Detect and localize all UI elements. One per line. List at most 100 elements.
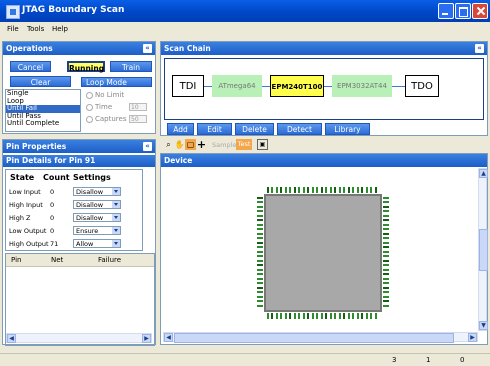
delete-button[interactable]: Delete: [235, 123, 274, 135]
pin-mark[interactable]: [383, 201, 389, 204]
horizontal-scrollbar[interactable]: ◀ ▶: [6, 333, 152, 343]
pin-mark[interactable]: [257, 291, 263, 294]
pin-mark[interactable]: [383, 232, 389, 235]
pin-mark[interactable]: [257, 201, 263, 204]
pin-mark[interactable]: [307, 187, 310, 193]
pin-mark[interactable]: [383, 264, 389, 267]
pin-mark[interactable]: [356, 313, 359, 319]
device-epm3032at44[interactable]: EPM3032AT44: [332, 75, 392, 97]
radio-no-limit[interactable]: No Limit: [86, 91, 124, 99]
pin-mark[interactable]: [383, 246, 389, 249]
captures-field[interactable]: 50: [129, 115, 147, 123]
mode-list[interactable]: Single Loop Until Fail Until Pass Until …: [5, 89, 81, 132]
pin-mark[interactable]: [307, 313, 310, 319]
pin-mark[interactable]: [383, 228, 389, 231]
pin-mark[interactable]: [284, 313, 287, 319]
library-button[interactable]: Library: [325, 123, 370, 135]
close-button[interactable]: [472, 3, 488, 19]
pin-mark[interactable]: [257, 246, 263, 249]
pin-mark[interactable]: [298, 313, 301, 319]
pin-mark[interactable]: [338, 187, 341, 193]
pin-mark[interactable]: [257, 268, 263, 271]
pin-mark[interactable]: [293, 313, 296, 319]
horizontal-scrollbar[interactable]: ◀ ▶: [163, 332, 478, 343]
pin-mark[interactable]: [257, 255, 263, 258]
pin-mark[interactable]: [370, 187, 373, 193]
pin-mark[interactable]: [343, 313, 346, 319]
running-button[interactable]: Running: [67, 61, 105, 73]
pin-mark[interactable]: [383, 259, 389, 262]
collapse-icon[interactable]: «: [143, 142, 152, 151]
vertical-scrollbar[interactable]: ▲ ▼: [478, 168, 488, 331]
pin-mark[interactable]: [302, 313, 305, 319]
test-button[interactable]: Test: [236, 139, 252, 150]
pin-column-header[interactable]: Pin: [11, 256, 21, 264]
pin-mark[interactable]: [257, 259, 263, 262]
scroll-up-icon[interactable]: ▲: [479, 169, 488, 178]
pin-mark[interactable]: [383, 286, 389, 289]
pin-mark[interactable]: [275, 313, 278, 319]
scroll-right-icon[interactable]: ▶: [468, 333, 477, 342]
pin-mark[interactable]: [356, 187, 359, 193]
pin-mark[interactable]: [257, 295, 263, 298]
add-button[interactable]: Add: [167, 123, 194, 135]
hand-icon[interactable]: ✋: [174, 139, 185, 150]
pin-mark[interactable]: [365, 187, 368, 193]
pin-mark[interactable]: [343, 187, 346, 193]
radio-captures[interactable]: Captures: [86, 115, 126, 123]
crosshair-icon[interactable]: +: [196, 139, 207, 150]
pin-mark[interactable]: [365, 313, 368, 319]
pin-mark[interactable]: [280, 187, 283, 193]
pin-mark[interactable]: [325, 187, 328, 193]
device-epm240t100[interactable]: EPM240T100: [270, 75, 324, 97]
pin-mark[interactable]: [383, 268, 389, 271]
pin-mark[interactable]: [383, 277, 389, 280]
pin-mark[interactable]: [257, 264, 263, 267]
pin-mark[interactable]: [257, 214, 263, 217]
pin-mark[interactable]: [334, 313, 337, 319]
maximize-button[interactable]: [455, 3, 471, 19]
scroll-thumb[interactable]: [174, 333, 454, 343]
pin-mark[interactable]: [311, 313, 314, 319]
pin-mark[interactable]: [257, 228, 263, 231]
pin-mark[interactable]: [383, 223, 389, 226]
pin-mark[interactable]: [383, 219, 389, 222]
pin-mark[interactable]: [298, 187, 301, 193]
pin-mark[interactable]: [257, 223, 263, 226]
scroll-left-icon[interactable]: ◀: [7, 334, 16, 343]
device-canvas[interactable]: [161, 168, 477, 333]
pin-mark[interactable]: [289, 187, 292, 193]
collapse-icon[interactable]: «: [475, 44, 484, 53]
pin-mark[interactable]: [383, 295, 389, 298]
pin-mark[interactable]: [383, 255, 389, 258]
cancel-button[interactable]: Cancel: [10, 61, 51, 72]
pin-mark[interactable]: [325, 313, 328, 319]
pin-mark[interactable]: [370, 313, 373, 319]
pin-mark[interactable]: [257, 210, 263, 213]
pin-mark[interactable]: [383, 282, 389, 285]
train-button[interactable]: Train: [110, 61, 152, 72]
pin-mark[interactable]: [374, 187, 377, 193]
pin-mark[interactable]: [316, 313, 319, 319]
pin-mark[interactable]: [320, 313, 323, 319]
edit-button[interactable]: Edit: [197, 123, 232, 135]
failure-column-header[interactable]: Failure: [98, 256, 121, 264]
pin-mark[interactable]: [329, 313, 332, 319]
clear-button[interactable]: Clear: [10, 76, 71, 87]
pin-mark[interactable]: [352, 187, 355, 193]
pin-mark[interactable]: [329, 187, 332, 193]
minimize-button[interactable]: [438, 3, 454, 19]
device-atmega64[interactable]: ATmega64: [212, 75, 262, 97]
pin-mark[interactable]: [320, 187, 323, 193]
pin-mark[interactable]: [383, 291, 389, 294]
setting-select[interactable]: Allow: [73, 239, 121, 248]
pin-mark[interactable]: [352, 313, 355, 319]
radio-time[interactable]: Time: [86, 103, 112, 111]
zoom-icon[interactable]: ⌕: [163, 139, 174, 150]
zoom-box-icon[interactable]: ▢: [185, 139, 196, 150]
pin-mark[interactable]: [257, 237, 263, 240]
pin-mark[interactable]: [347, 187, 350, 193]
pin-mark[interactable]: [271, 313, 274, 319]
pin-mark[interactable]: [257, 219, 263, 222]
pin-mark[interactable]: [383, 273, 389, 276]
